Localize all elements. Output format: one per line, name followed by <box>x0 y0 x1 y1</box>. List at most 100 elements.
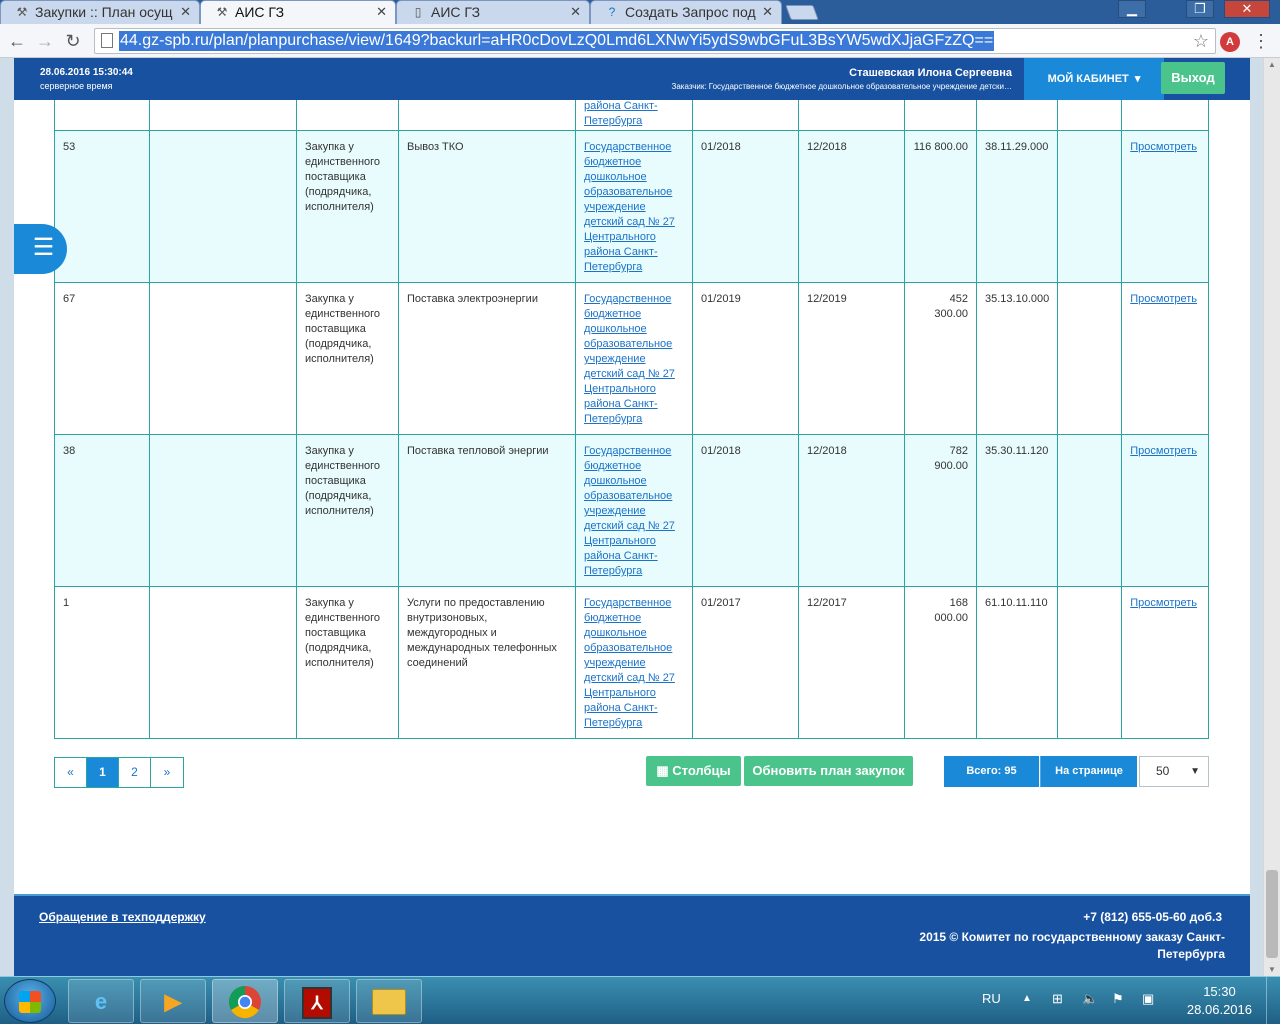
customer-link[interactable]: Государственное бюджетное дошкольное обр… <box>584 293 675 425</box>
clock-date: 28.06.2016 <box>1186 1002 1252 1017</box>
windows-taskbar: e ▶ ⅄ RU ▲ ⊞ 🔈 ⚑ ▣ 15:30 28.06.2016 <box>0 976 1280 1024</box>
scroll-up-icon[interactable]: ▲ <box>1266 60 1278 69</box>
menu-icon[interactable]: ⋮ <box>1250 30 1272 52</box>
pagination-prev[interactable]: « <box>55 758 87 787</box>
my-cabinet-label: МОЙ КАБИНЕТ <box>1047 73 1129 85</box>
acrobat-logo: ⅄ <box>302 987 332 1019</box>
cell-end: 12/2018 <box>798 130 905 283</box>
customer-link[interactable]: района Санкт-Петербурга <box>584 100 658 127</box>
windows-flag-icon[interactable]: ⊞ <box>1052 991 1063 1007</box>
cell-method: Закупка у единственного поставщика (подр… <box>296 130 399 283</box>
tab-create-request[interactable]: ? Создать Запрос под ✕ <box>590 0 782 24</box>
cell-id: 38 <box>54 434 150 587</box>
language-indicator[interactable]: RU <box>982 991 1001 1006</box>
table-row-partial: района Санкт-Петербурга <box>54 100 1210 131</box>
reload-icon[interactable]: ↻ <box>62 30 84 52</box>
view-link[interactable]: Просмотреть <box>1130 597 1197 609</box>
customer-name: Заказчик: Государственное бюджетное дошк… <box>671 82 1013 91</box>
cell-name: Поставка электроэнергии <box>398 282 576 435</box>
customer-link[interactable]: Государственное бюджетное дошкольное обр… <box>584 597 675 729</box>
total-count-badge: Всего: 95 <box>944 756 1039 787</box>
help-icon: ? <box>608 5 616 19</box>
pagination-page-1[interactable]: 1 <box>87 758 119 787</box>
acrobat-icon[interactable]: ⅄ <box>284 979 350 1023</box>
cell-end: 12/2019 <box>798 282 905 435</box>
restore-button[interactable]: ❐ <box>1186 0 1214 18</box>
action-center-icon[interactable]: ⚑ <box>1112 991 1124 1007</box>
tab-title: АИС ГЗ <box>235 4 285 20</box>
ie-icon[interactable]: e <box>68 979 134 1023</box>
pagination-page-2[interactable]: 2 <box>119 758 151 787</box>
view-link[interactable]: Просмотреть <box>1130 293 1197 305</box>
bookmark-star-icon[interactable]: ☆ <box>1193 31 1209 52</box>
clock-time: 15:30 <box>1203 984 1236 999</box>
adblock-extension-icon[interactable]: A <box>1220 32 1240 52</box>
back-icon[interactable]: ← <box>6 30 28 52</box>
page-scrollbar[interactable]: ▲ ▼ <box>1263 58 1280 976</box>
hamburger-menu-icon[interactable]: ☰ <box>14 224 67 274</box>
cell-sum: 116 800.00 <box>904 130 977 283</box>
my-cabinet-button[interactable]: МОЙ КАБИНЕТ ▾ <box>1024 58 1164 100</box>
cell-start: 01/2018 <box>692 130 799 283</box>
server-time: 28.06.2016 15:30:44 <box>40 67 133 78</box>
view-link[interactable]: Просмотреть <box>1130 445 1197 457</box>
cell-name: Услуги по предоставлению внутризоновых, … <box>398 586 576 739</box>
hammer-icon: ⚒ <box>16 5 28 19</box>
network-icon[interactable]: ▣ <box>1142 991 1154 1007</box>
tray-expand-icon[interactable]: ▲ <box>1022 993 1032 1004</box>
forward-icon[interactable]: → <box>34 30 56 52</box>
volume-icon[interactable]: 🔈 <box>1082 991 1098 1007</box>
address-bar[interactable]: 44.gz-spb.ru/plan/planpurchase/view/1649… <box>94 28 1216 54</box>
per-page-label: На странице <box>1040 756 1137 787</box>
url-text[interactable]: 44.gz-spb.ru/plan/planpurchase/view/1649… <box>119 31 995 51</box>
cell-sum: 452 300.00 <box>904 282 977 435</box>
cell-empty <box>1057 282 1123 435</box>
cell-method: Закупка у единственного поставщика (подр… <box>296 586 399 739</box>
scroll-down-icon[interactable]: ▼ <box>1266 965 1278 974</box>
customer-link[interactable]: Государственное бюджетное дошкольное обр… <box>584 445 675 577</box>
cell-start: 01/2017 <box>692 586 799 739</box>
cell-method: Закупка у единственного поставщика (подр… <box>296 282 399 435</box>
per-page-select[interactable]: 50 ▼ <box>1139 756 1209 787</box>
close-icon[interactable]: ✕ <box>570 4 581 20</box>
tab-ais-gz-active[interactable]: ⚒ АИС ГЗ ✕ <box>200 0 396 24</box>
server-time-label: серверное время <box>40 81 113 91</box>
cell-empty <box>149 282 297 435</box>
refresh-plan-button[interactable]: Обновить план закупок <box>744 756 913 786</box>
support-link[interactable]: Обращение в техподдержку <box>39 910 206 924</box>
browser-tab-bar: ⚒ Закупки :: План осущ ✕ ⚒ АИС ГЗ ✕ ▯ АИ… <box>0 0 1280 24</box>
close-icon[interactable]: ✕ <box>376 4 387 20</box>
show-desktop-button[interactable] <box>1266 977 1280 1024</box>
system-clock[interactable]: 15:30 28.06.2016 <box>1187 983 1252 1019</box>
cell-name: Поставка тепловой энергии <box>398 434 576 587</box>
minimize-button[interactable]: ▁ <box>1118 0 1146 18</box>
window-close-button[interactable]: ✕ <box>1224 0 1270 18</box>
cell-empty <box>1057 130 1123 283</box>
grid-icon: ▦ <box>656 763 673 778</box>
chrome-logo <box>228 985 261 1019</box>
scrollbar-thumb[interactable] <box>1266 870 1278 958</box>
windows-logo-icon <box>19 991 41 1013</box>
cell-empty <box>149 586 297 739</box>
view-link[interactable]: Просмотреть <box>1130 141 1197 153</box>
pagination-next[interactable]: » <box>151 758 183 787</box>
new-tab-button[interactable] <box>785 5 819 20</box>
cell-name: Вывоз ТКО <box>398 130 576 283</box>
cell-empty <box>149 434 297 587</box>
customer-link[interactable]: Государственное бюджетное дошкольное обр… <box>584 141 675 273</box>
table-row: 38 Закупка у единственного поставщика (п… <box>54 434 1210 587</box>
chrome-icon[interactable] <box>212 979 278 1023</box>
media-player-icon[interactable]: ▶ <box>140 979 206 1023</box>
exit-button[interactable]: Выход <box>1161 62 1225 94</box>
per-page-value: 50 <box>1156 764 1170 778</box>
tab-ais-gz[interactable]: ▯ АИС ГЗ ✕ <box>396 0 590 24</box>
explorer-icon[interactable] <box>356 979 422 1023</box>
tab-zakupki[interactable]: ⚒ Закупки :: План осущ ✕ <box>0 0 200 24</box>
cell-okpd: 61.10.11.110 <box>975 586 1059 739</box>
folder-icon <box>372 989 406 1015</box>
browser-toolbar: ← → ↻ 44.gz-spb.ru/plan/planpurchase/vie… <box>0 24 1280 58</box>
close-icon[interactable]: ✕ <box>762 4 773 20</box>
columns-button[interactable]: ▦ Столбцы <box>646 756 741 786</box>
close-icon[interactable]: ✕ <box>180 4 191 20</box>
start-button[interactable] <box>4 979 56 1023</box>
